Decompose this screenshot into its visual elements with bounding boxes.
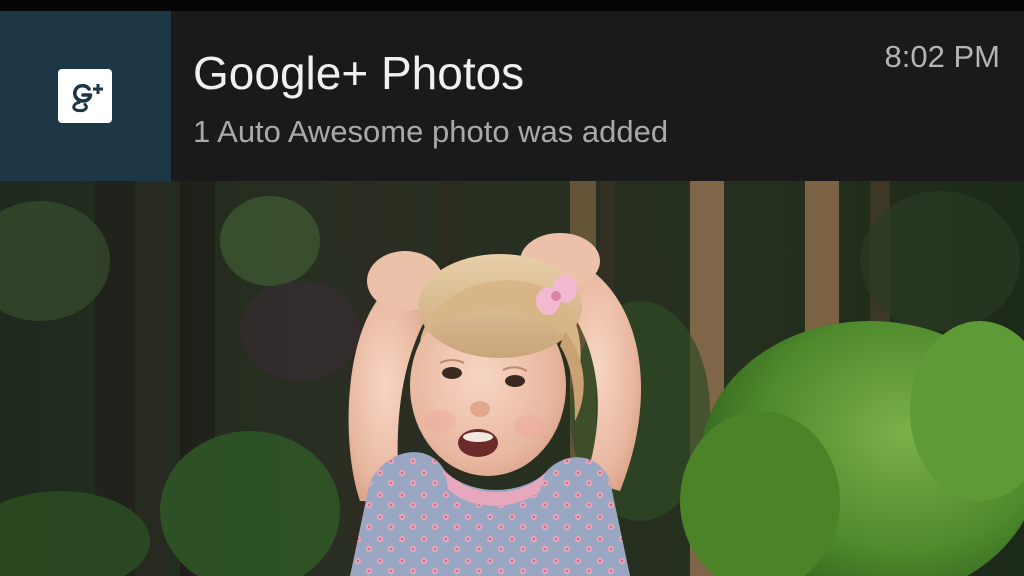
google-plus-icon — [58, 69, 112, 123]
notification-title: Google+ Photos — [193, 47, 525, 99]
toddler-photo[interactable] — [0, 181, 1024, 576]
notification-time: 8:02 PM — [884, 39, 1000, 74]
notification-text: 1 Auto Awesome photo was added — [193, 114, 669, 149]
screen: Google+ Photos 1 Auto Awesome photo was … — [0, 0, 1024, 576]
app-icon-area — [0, 11, 171, 181]
status-bar-edge — [0, 0, 1024, 11]
notification-card[interactable]: Google+ Photos 1 Auto Awesome photo was … — [0, 11, 1024, 181]
